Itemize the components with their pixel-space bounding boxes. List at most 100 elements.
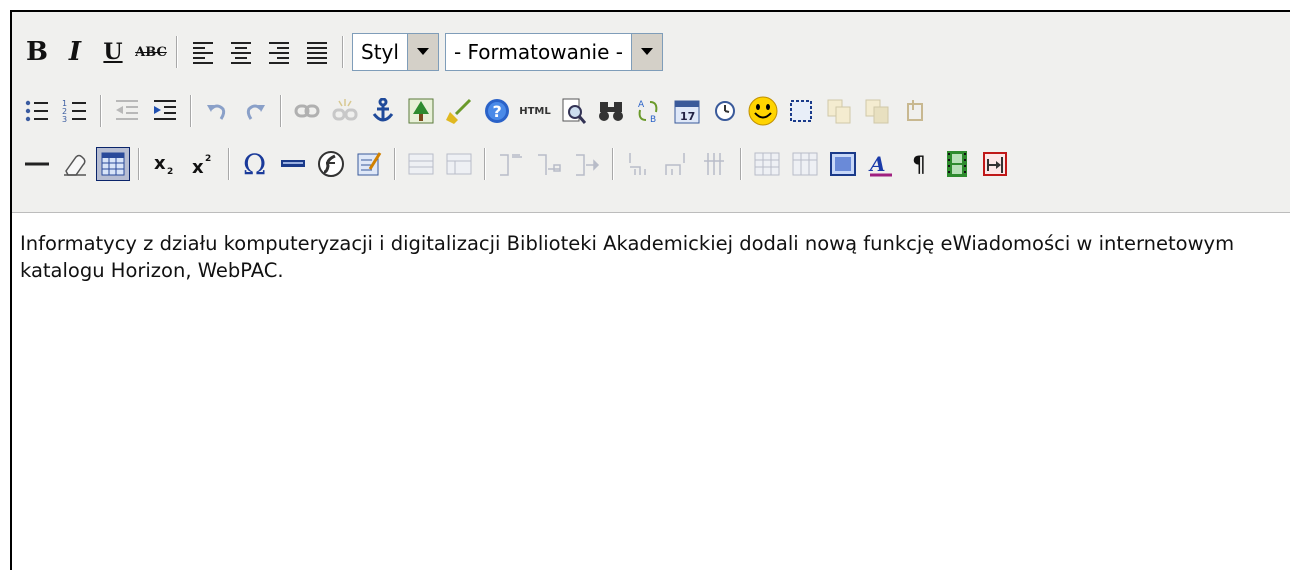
link-button[interactable] <box>290 94 324 128</box>
numbered-list-button[interactable]: 123 <box>58 94 92 128</box>
toolbar-separator <box>138 148 140 180</box>
select-all-icon <box>790 100 812 122</box>
redo-button[interactable] <box>238 94 272 128</box>
table-col-icon <box>500 154 522 176</box>
editor-content[interactable]: Informatycy z działu komputeryzacji i di… <box>20 230 1290 284</box>
toolbar-separator <box>228 148 230 180</box>
anchor-button[interactable] <box>366 94 400 128</box>
outdent-button[interactable] <box>110 94 144 128</box>
bold-button[interactable]: B <box>20 35 54 69</box>
chevron-down-icon[interactable] <box>406 34 438 70</box>
horizontal-rule-button[interactable] <box>20 147 54 181</box>
insert-media-button[interactable] <box>940 147 974 181</box>
omega-icon: Ω <box>243 150 266 178</box>
align-right-button[interactable] <box>262 35 296 69</box>
layer-icon <box>830 152 856 176</box>
styles-button[interactable]: A <box>864 147 898 181</box>
italic-icon: I <box>68 37 82 67</box>
find-button[interactable] <box>594 94 628 128</box>
indent-button[interactable] <box>148 94 182 128</box>
emoticon-button[interactable] <box>746 94 780 128</box>
align-justify-button[interactable] <box>300 35 334 69</box>
help-icon: ? <box>485 99 509 123</box>
insert-row-after-button[interactable] <box>442 147 476 181</box>
split-cells-button[interactable] <box>622 147 656 181</box>
bullet-list-button[interactable] <box>20 94 54 128</box>
merge-cells-button[interactable] <box>660 147 694 181</box>
select-all-button[interactable] <box>784 94 818 128</box>
table-cell-icon <box>665 153 685 175</box>
svg-text:?: ? <box>493 102 502 121</box>
svg-text:¶: ¶ <box>912 153 926 177</box>
html-source-button[interactable]: HTML <box>518 94 552 128</box>
cleanup-button[interactable] <box>442 94 476 128</box>
horizontal-rule-icon <box>25 162 49 166</box>
table-icon <box>754 152 780 176</box>
style-select[interactable]: Styl <box>352 33 439 71</box>
insert-date-button[interactable]: 17 <box>670 94 704 128</box>
align-center-button[interactable] <box>224 35 258 69</box>
insert-col-before-button[interactable] <box>494 147 528 181</box>
paste-button[interactable] <box>860 94 894 128</box>
format-select[interactable]: - Formatowanie - <box>444 33 663 71</box>
film-icon <box>947 151 967 177</box>
table-props-button[interactable] <box>750 147 784 181</box>
superscript-button[interactable]: x2 <box>186 147 220 181</box>
strikethrough-button[interactable]: ABC <box>134 35 168 69</box>
svg-text:A: A <box>638 100 645 110</box>
insert-layer-button[interactable] <box>826 147 860 181</box>
cell-props-button[interactable] <box>788 147 822 181</box>
page-break-icon <box>983 152 1007 176</box>
visual-aid-button[interactable] <box>96 147 130 181</box>
undo-button[interactable] <box>200 94 234 128</box>
insert-col-after-button[interactable] <box>532 147 566 181</box>
show-blocks-button[interactable]: ¶ <box>902 147 936 181</box>
align-center-icon <box>231 42 251 64</box>
cut-icon <box>907 100 923 121</box>
align-right-icon <box>269 42 289 64</box>
special-char-button[interactable]: Ω <box>238 147 272 181</box>
toolbar-row-1: B I U ABC Styl - Formatowanie - <box>20 30 669 74</box>
indent-icon <box>154 100 176 120</box>
align-justify-icon <box>307 42 327 64</box>
flash-icon <box>318 151 344 177</box>
remove-format-button[interactable] <box>58 147 92 181</box>
image-button[interactable] <box>404 94 438 128</box>
flash-button[interactable] <box>314 147 348 181</box>
help-button[interactable]: ? <box>480 94 514 128</box>
svg-text:x: x <box>154 153 166 174</box>
unlink-icon <box>332 99 358 121</box>
chevron-down-icon[interactable] <box>630 34 662 70</box>
bold-icon: B <box>26 37 48 67</box>
edit-form-icon <box>357 152 382 176</box>
svg-text:Ω: Ω <box>243 150 266 178</box>
binoculars-icon <box>599 102 623 121</box>
copy-button[interactable] <box>822 94 856 128</box>
toolbar-row-3: x2 x2 Ω A ¶ <box>20 142 1016 186</box>
replace-button[interactable]: AB <box>632 94 666 128</box>
align-left-button[interactable] <box>186 35 220 69</box>
italic-button[interactable]: I <box>58 35 92 69</box>
svg-text:3: 3 <box>62 115 67 124</box>
undo-icon <box>207 104 226 120</box>
insert-time-button[interactable] <box>708 94 742 128</box>
unlink-button[interactable] <box>328 94 362 128</box>
page-break-button[interactable] <box>978 147 1012 181</box>
cut-button[interactable] <box>898 94 932 128</box>
delete-row-button[interactable] <box>698 147 732 181</box>
table-icon <box>792 152 818 176</box>
svg-text:B: B <box>650 115 656 124</box>
insert-hr-button[interactable] <box>276 147 310 181</box>
toolbar-separator <box>342 36 344 68</box>
delete-col-button[interactable] <box>570 147 604 181</box>
numbered-list-icon: 123 <box>62 99 86 124</box>
pilcrow-icon: ¶ <box>912 153 926 177</box>
toolbar-separator <box>394 148 396 180</box>
underline-button[interactable]: U <box>96 35 130 69</box>
insert-row-before-button[interactable] <box>404 147 438 181</box>
preview-button[interactable] <box>556 94 590 128</box>
subscript-button[interactable]: x2 <box>148 147 182 181</box>
table-col-icon <box>538 154 561 175</box>
form-button[interactable] <box>352 147 386 181</box>
format-select-value: - Formatowanie - <box>453 40 623 64</box>
